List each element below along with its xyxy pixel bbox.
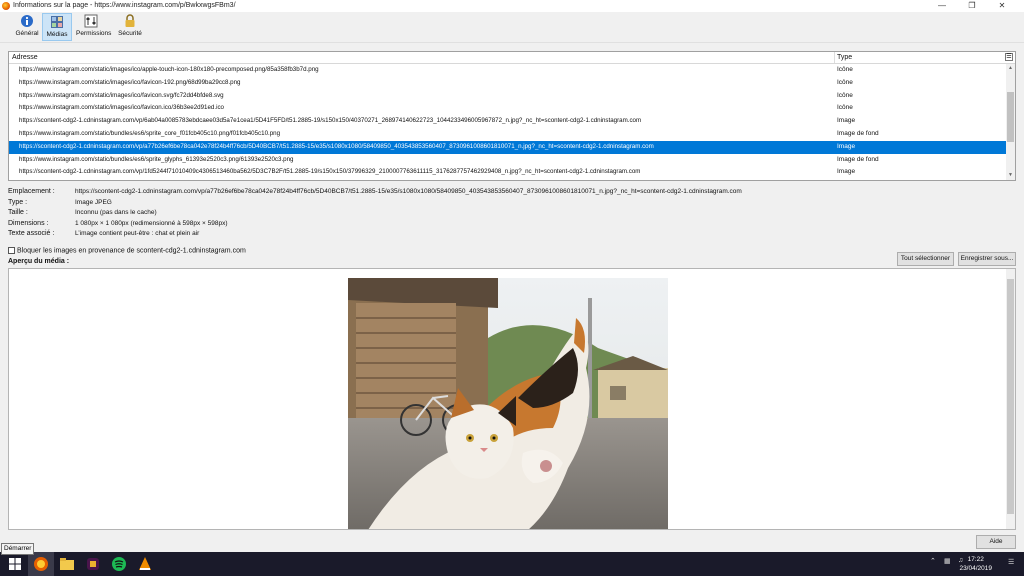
type-label: Type : <box>8 198 28 206</box>
media-preview <box>8 268 1016 530</box>
toolbar: Général Médias Permissions Sécurité <box>0 12 1024 43</box>
firefox-icon <box>2 2 10 10</box>
row-address: https://www.instagram.com/static/bundles… <box>19 155 294 163</box>
table-scroll-thumb[interactable] <box>1007 92 1014 142</box>
property-location: Emplacement : https://scontent-cdg2-1.cd… <box>8 187 1008 198</box>
spotify-icon[interactable] <box>110 555 128 573</box>
property-dimensions: Dimensions : 1 080px × 1 080px (redimens… <box>8 219 1008 230</box>
size-value: Inconnu (pas dans le cache) <box>75 209 157 217</box>
table-row[interactable]: https://scontent-cdg2-1.cdninstagram.com… <box>9 115 1006 128</box>
clock-date: 23/04/2019 <box>959 565 992 572</box>
tab-general[interactable]: Général <box>12 13 42 41</box>
row-type: Image <box>837 142 856 150</box>
clock-time: 17:22 <box>967 556 984 563</box>
row-type: Image <box>837 117 856 125</box>
tray-expand-icon[interactable]: ⌃ <box>930 557 936 565</box>
row-address: https://www.instagram.com/static/bundles… <box>19 129 281 137</box>
scroll-down-icon[interactable]: ▼ <box>1006 171 1015 180</box>
help-button[interactable]: Aide <box>976 535 1016 549</box>
permissions-icon <box>84 14 98 28</box>
row-type: Image de fond <box>837 155 879 163</box>
tab-security-label: Sécurité <box>118 30 142 37</box>
table-header: Adresse Type ☰ <box>9 52 1015 64</box>
info-icon <box>21 15 33 27</box>
block-images-checkbox[interactable] <box>8 247 15 254</box>
lock-icon <box>125 14 135 27</box>
media-icon <box>51 16 63 28</box>
row-address: https://scontent-cdg2-1.cdninstagram.com… <box>19 142 654 150</box>
size-label: Taille : <box>8 209 28 217</box>
media-table[interactable]: Adresse Type ☰ https://www.instagram.com… <box>8 51 1016 181</box>
row-address: https://www.instagram.com/static/images/… <box>19 91 224 99</box>
table-row[interactable]: https://scontent-cdg2-1.cdninstagram.com… <box>9 166 1006 179</box>
table-scrollbar[interactable]: ▲ ▼ <box>1006 64 1015 180</box>
row-type: Image de fond <box>837 129 879 137</box>
vlc-icon[interactable] <box>136 555 154 573</box>
location-value[interactable]: https://scontent-cdg2-1.cdninstagram.com… <box>75 187 742 198</box>
dimensions-label: Dimensions : <box>8 219 49 227</box>
location-label: Emplacement : <box>8 188 55 195</box>
tab-permissions-label: Permissions <box>76 30 112 37</box>
type-value: Image JPEG <box>75 198 112 206</box>
firefox-icon <box>34 557 48 571</box>
row-address: https://www.instagram.com/static/images/… <box>19 104 224 112</box>
media-properties: Emplacement : https://scontent-cdg2-1.cd… <box>8 187 1008 240</box>
start-tooltip: Démarrer <box>1 543 35 555</box>
table-row[interactable]: https://www.instagram.com/static/images/… <box>9 64 1006 77</box>
table-row[interactable]: https://www.instagram.com/static/images/… <box>9 90 1006 103</box>
tab-general-label: Général <box>15 30 39 37</box>
column-picker-icon[interactable]: ☰ <box>1005 53 1013 61</box>
property-type: Type : Image JPEG <box>8 198 1008 209</box>
property-size: Taille : Inconnu (pas dans le cache) <box>8 208 1008 219</box>
taskbar-clock[interactable]: 17:22 23/04/2019 <box>959 555 992 573</box>
tab-security[interactable]: Sécurité <box>115 13 145 41</box>
preview-image <box>348 278 668 529</box>
property-alt-text: Texte associé : L’image contient peut-êt… <box>8 229 1008 240</box>
window-title: Informations sur la page - https://www.i… <box>13 2 236 9</box>
block-images-option[interactable]: Bloquer les images en provenance de scon… <box>8 247 246 254</box>
table-row[interactable]: https://www.instagram.com/static/bundles… <box>9 154 1006 167</box>
slack-icon[interactable] <box>84 555 102 573</box>
row-type: Icône <box>837 66 853 73</box>
column-header-type[interactable]: Type <box>837 54 852 61</box>
windows-start-icon[interactable] <box>6 555 24 573</box>
table-row-selected[interactable]: https://scontent-cdg2-1.cdninstagram.com… <box>9 140 1006 154</box>
tab-media[interactable]: Médias <box>42 13 72 41</box>
column-header-address[interactable]: Adresse <box>12 54 38 61</box>
select-all-button[interactable]: Tout sélectionner <box>897 252 954 266</box>
row-type: Icône <box>837 104 853 112</box>
row-address: https://scontent-cdg2-1.cdninstagram.com… <box>19 168 641 176</box>
row-type: Image <box>837 168 856 176</box>
row-address: https://www.instagram.com/static/images/… <box>19 66 319 73</box>
table-row[interactable]: https://www.instagram.com/static/images/… <box>9 102 1006 115</box>
network-icon[interactable]: ▦ <box>944 557 951 565</box>
alt-text-value: L’image contient peut-être : chat et ple… <box>75 230 200 238</box>
row-address: https://www.instagram.com/static/images/… <box>19 78 241 86</box>
row-address: https://scontent-cdg2-1.cdninstagram.com… <box>19 117 642 125</box>
notifications-icon[interactable]: ☰ <box>1008 558 1014 566</box>
dimensions-value: 1 080px × 1 080px (redimensionné à 598px… <box>75 219 228 227</box>
close-button[interactable]: ✕ <box>987 0 1017 12</box>
preview-label: Aperçu du média : <box>8 258 70 265</box>
folder-icon[interactable] <box>58 555 76 573</box>
table-row[interactable]: https://www.instagram.com/static/bundles… <box>9 128 1006 141</box>
taskbar: ⌃ ▦ ♫ 17:22 23/04/2019 ☰ <box>0 552 1024 576</box>
preview-scroll-thumb[interactable] <box>1007 279 1014 514</box>
taskbar-firefox-active[interactable] <box>28 552 54 576</box>
tab-permissions[interactable]: Permissions <box>76 13 112 41</box>
tab-media-label: Médias <box>46 31 68 38</box>
title-bar: Informations sur la page - https://www.i… <box>0 0 1024 12</box>
table-rows: https://www.instagram.com/static/images/… <box>9 64 1006 179</box>
alt-text-label: Texte associé : <box>8 230 55 238</box>
save-as-button[interactable]: Enregistrer sous... <box>958 252 1016 266</box>
maximize-button[interactable]: ❐ <box>957 0 987 12</box>
minimize-button[interactable]: — <box>927 0 957 12</box>
column-separator[interactable] <box>834 52 835 63</box>
table-row[interactable]: https://www.instagram.com/static/images/… <box>9 77 1006 90</box>
preview-scrollbar[interactable] <box>1006 269 1015 529</box>
row-type: Icône <box>837 78 853 86</box>
scroll-up-icon[interactable]: ▲ <box>1006 64 1015 73</box>
row-type: Icône <box>837 91 853 99</box>
block-images-label: Bloquer les images en provenance de scon… <box>17 247 246 255</box>
